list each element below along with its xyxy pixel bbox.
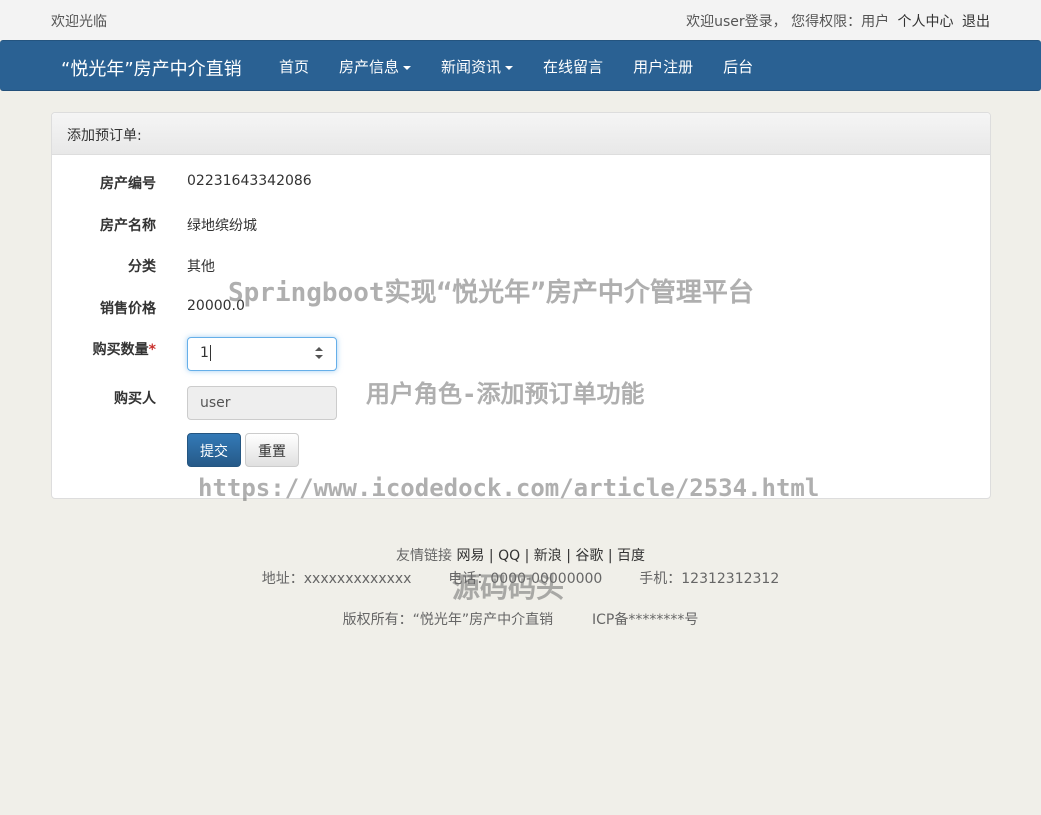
house-name-label: 房产名称 — [100, 218, 156, 234]
footer-link-qq[interactable]: QQ | — [498, 548, 529, 564]
footer-address: 地址：xxxxxxxxxxxxx — [261, 571, 412, 587]
footer-mobile: 手机：12312312312 — [639, 571, 780, 587]
footer-link-baidu[interactable]: 百度 — [617, 548, 645, 564]
nav-item-label: 首页 — [279, 58, 310, 76]
footer-phone: 电话：0000-00000000 — [448, 571, 603, 587]
nav-item-label: 用户注册 — [633, 58, 694, 76]
house-name-value: 绿地缤纷城 — [187, 218, 257, 234]
house-no-label: 房产编号 — [100, 176, 156, 192]
user-status: 欢迎user登录， 您得权限：用户 个人中心 退出 — [686, 11, 990, 31]
nav-item-message[interactable]: 在线留言 — [528, 56, 618, 77]
quantity-label-text: 购买数量 — [92, 342, 149, 358]
footer-link-netease[interactable]: 网易 | — [456, 548, 493, 564]
nav-item-home[interactable]: 首页 — [264, 56, 324, 77]
nav-item-house-info[interactable]: 房产信息 — [324, 56, 426, 77]
footer-links: 友情链接 网易 | QQ | 新浪 | 谷歌 | 百度 — [0, 545, 1041, 565]
panel-heading: 添加预订单: — [52, 113, 990, 155]
nav-item-label: 后台 — [723, 58, 754, 76]
site-brand[interactable]: “悦光年”房产中介直销 — [61, 55, 242, 81]
login-info: 欢迎user登录， 您得权限：用户 — [686, 14, 890, 30]
quantity-label: 购买数量* — [93, 339, 156, 359]
logout-link[interactable]: 退出 — [962, 14, 990, 30]
nav-item-label: 在线留言 — [543, 58, 604, 76]
nav-item-admin[interactable]: 后台 — [708, 56, 768, 77]
top-bar: 欢迎光临 欢迎user登录， 您得权限：用户 个人中心 退出 — [0, 0, 1041, 40]
personal-center-link[interactable]: 个人中心 — [898, 14, 954, 30]
nav-menu: 首页 房产信息 新闻资讯 在线留言 用户注册 后台 — [264, 41, 768, 92]
welcome-text: 欢迎光临 — [51, 14, 107, 30]
reset-button[interactable]: 重置 — [245, 433, 299, 467]
add-order-panel: 添加预订单: 房产编号 02231643342086 房产名称 绿地缤纷城 分类… — [51, 112, 991, 499]
category-label: 分类 — [128, 259, 156, 275]
icp-text: ICP备********号 — [592, 612, 699, 628]
house-no-value: 02231643342086 — [187, 173, 312, 189]
nav-item-label: 房产信息 — [339, 58, 400, 76]
nav-item-label: 新闻资讯 — [441, 58, 502, 76]
required-mark: * — [148, 342, 156, 358]
links-label: 友情链接 — [396, 548, 452, 564]
copyright-text: 版权所有：“悦光年”房产中介直销 — [342, 612, 554, 628]
quantity-stepper[interactable]: 1 — [187, 337, 337, 371]
footer-link-sina[interactable]: 新浪 | — [534, 548, 571, 564]
buyer-field[interactable]: user — [187, 386, 337, 420]
price-label: 销售价格 — [100, 301, 156, 317]
spinner-arrows-icon[interactable] — [314, 347, 324, 361]
caret-down-icon — [403, 65, 412, 70]
footer-link-google[interactable]: 谷歌 | — [575, 548, 612, 564]
nav-item-register[interactable]: 用户注册 — [618, 56, 708, 77]
category-value: 其他 — [187, 259, 215, 275]
footer-contact: 地址：xxxxxxxxxxxxx 电话：0000-00000000 手机：123… — [0, 568, 1041, 588]
caret-down-icon — [505, 65, 514, 70]
text-cursor — [209, 345, 211, 361]
nav-item-news[interactable]: 新闻资讯 — [426, 56, 528, 77]
footer-copyright: 版权所有：“悦光年”房产中介直销 ICP备********号 — [0, 609, 1041, 629]
buyer-label: 购买人 — [114, 391, 156, 407]
submit-button[interactable]: 提交 — [187, 433, 241, 467]
price-value: 20000.0 — [187, 298, 245, 314]
quantity-value: 1 — [200, 345, 209, 361]
main-navbar: “悦光年”房产中介直销 首页 房产信息 新闻资讯 在线留言 用户注册 后台 — [0, 40, 1041, 91]
